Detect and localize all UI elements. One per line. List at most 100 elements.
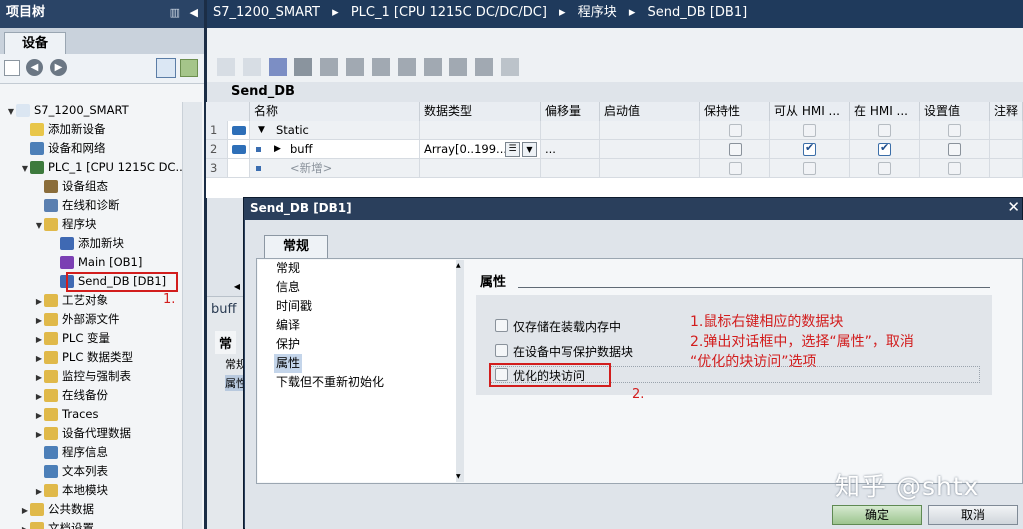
collapse-icon[interactable]: ▼ (6, 102, 16, 121)
dialog-nav-item[interactable]: 下载但不重新初始化 (276, 373, 384, 392)
column-header[interactable]: 可从 HMI ... (770, 102, 850, 121)
expand-icon[interactable]: ▶ (34, 349, 44, 368)
start-value-cell[interactable] (600, 159, 700, 178)
setpoint-checkbox[interactable] (948, 124, 961, 137)
expand-icon[interactable]: ▶ (34, 311, 44, 330)
scroll-up-icon[interactable]: ▲ (456, 262, 461, 269)
tree-item[interactable]: 添加新块 (50, 234, 124, 253)
h-scroll-left-icon[interactable]: ◀ (231, 280, 243, 294)
copy-values-icon[interactable] (423, 58, 442, 76)
load-memory-only-checkbox[interactable] (495, 319, 508, 332)
crumb-plc[interactable]: PLC_1 [CPU 1215C DC/DC/DC] (351, 5, 547, 20)
dialog-nav-item[interactable]: 属性 (274, 354, 303, 373)
expand-icon[interactable]: ▶ (20, 520, 30, 529)
type-cell[interactable] (420, 121, 541, 140)
column-header[interactable]: 保持性 (700, 102, 770, 121)
column-header[interactable]: 启动值 (600, 102, 700, 121)
table-row[interactable]: 2 buff Array[0..199...... (206, 140, 1023, 159)
row-tag-icon[interactable] (228, 159, 250, 178)
expand-icon[interactable]: ▶ (34, 387, 44, 406)
row-expand-icon[interactable]: ▶ (274, 144, 281, 154)
write-protect-checkbox[interactable] (495, 344, 508, 357)
load-start-icon[interactable] (346, 58, 365, 76)
hmi-visible-checkbox[interactable] (878, 162, 891, 175)
hmi-access-checkbox[interactable] (803, 162, 816, 175)
table-row[interactable]: 1 Static (206, 121, 1023, 140)
data-type-picker-icon[interactable]: ☰ (505, 142, 520, 157)
crumb-program-blocks[interactable]: 程序块 (578, 5, 617, 20)
tree-item[interactable]: ▶ PLC 变量 (34, 329, 110, 348)
table-row[interactable]: 3 <新增> (206, 159, 1023, 178)
tree-item[interactable]: 设备和网络 (20, 139, 106, 158)
forward-icon[interactable]: ▶ (50, 59, 67, 76)
tree-item[interactable]: ▼ PLC_1 [CPU 1215C DC... (20, 158, 186, 177)
tree-item[interactable]: ▼ 程序块 (34, 215, 97, 234)
tree-item[interactable]: 设备组态 (34, 177, 108, 196)
retain-checkbox[interactable] (729, 143, 742, 156)
load-snapshot-icon[interactable] (371, 58, 390, 76)
row-tag-icon[interactable] (228, 121, 250, 140)
add-row-icon[interactable] (242, 58, 261, 76)
new-icon[interactable] (4, 60, 20, 76)
tree-item[interactable]: ▼ S7_1200_SMART (6, 101, 129, 120)
row-tag-icon[interactable] (228, 140, 250, 159)
setpoint-checkbox[interactable] (948, 162, 961, 175)
tree-item[interactable]: ▶ PLC 数据类型 (34, 348, 133, 367)
tree-item[interactable]: ▶ 在线备份 (34, 386, 108, 405)
tree-item[interactable]: 程序信息 (34, 443, 108, 462)
offset-cell[interactable] (541, 121, 600, 140)
hmi-access-checkbox[interactable] (803, 124, 816, 137)
copy-snapshot-icon[interactable] (294, 58, 313, 76)
comment-cell[interactable] (990, 121, 1023, 140)
start-value-cell[interactable] (600, 121, 700, 140)
collapse-left-icon[interactable]: ◀ (190, 0, 198, 26)
tree-item[interactable]: 添加新设备 (20, 120, 106, 139)
dialog-nav-item[interactable]: 常规 (276, 259, 300, 278)
nav-scrollbar[interactable]: ▲ ▼ (456, 260, 464, 482)
expand-icon[interactable]: ▶ (34, 292, 44, 311)
dialog-nav-item[interactable]: 保护 (276, 335, 300, 354)
inspector-subtab[interactable]: 常 (215, 331, 237, 354)
cancel-button[interactable]: 取消 (928, 505, 1018, 525)
type-cell[interactable] (420, 159, 541, 178)
tree-item[interactable]: ▶ 公共数据 (20, 500, 94, 519)
setpoint-checkbox[interactable] (948, 143, 961, 156)
panel-pin-icon[interactable]: ▥ (170, 0, 180, 26)
offset-cell[interactable]: ... (541, 140, 600, 159)
collapse-icon[interactable]: ▼ (34, 216, 44, 235)
expand-icon[interactable]: ▶ (34, 330, 44, 349)
column-header[interactable]: 数据类型 (420, 102, 541, 121)
expand-icon[interactable] (475, 58, 494, 76)
comment-cell[interactable] (990, 159, 1023, 178)
reset-icon[interactable] (397, 58, 416, 76)
glasses-icon[interactable] (501, 58, 520, 76)
tree-item[interactable]: ▶ 设备代理数据 (34, 424, 131, 443)
column-header[interactable]: 偏移量 (541, 102, 600, 121)
retain-checkbox[interactable] (729, 124, 742, 137)
scroll-down-icon[interactable]: ▼ (456, 473, 461, 480)
insert-row-icon[interactable] (217, 58, 235, 76)
dialog-nav-item[interactable]: 信息 (276, 278, 300, 297)
dialog-nav-item[interactable]: 时间戳 (276, 297, 312, 316)
expand-icon[interactable]: ▶ (20, 501, 30, 520)
expand-icon[interactable]: ▶ (34, 406, 44, 425)
offset-cell[interactable] (541, 159, 600, 178)
name-cell[interactable]: Static (250, 121, 420, 140)
row-expand-icon[interactable]: ▼ (258, 125, 265, 135)
monitor-icon[interactable] (320, 58, 339, 76)
column-header[interactable]: 在 HMI ... (850, 102, 920, 121)
tree-item[interactable]: Main [OB1] (50, 253, 142, 272)
inspector-tab[interactable]: buff (211, 302, 236, 317)
tab-general[interactable]: 常规 (264, 235, 328, 259)
dialog-nav-item[interactable]: 编译 (276, 316, 300, 335)
tree-item[interactable]: ▶ 文档设置 (20, 519, 94, 529)
tree-scrollbar[interactable] (182, 102, 202, 529)
crumb-send-db[interactable]: Send_DB [DB1] (648, 5, 748, 20)
tree-item[interactable]: ▶ Traces (34, 405, 99, 424)
tree-item[interactable]: ▶ 工艺对象 (34, 291, 108, 310)
write-protect-label[interactable]: 在设备中写保护数据块 (513, 343, 633, 360)
comment-cell[interactable] (990, 140, 1023, 159)
tree-item[interactable]: ▶ 本地模块 (34, 481, 108, 500)
add-view-icon[interactable] (180, 59, 198, 77)
dialog-close-icon[interactable]: ✕ (1007, 198, 1020, 216)
